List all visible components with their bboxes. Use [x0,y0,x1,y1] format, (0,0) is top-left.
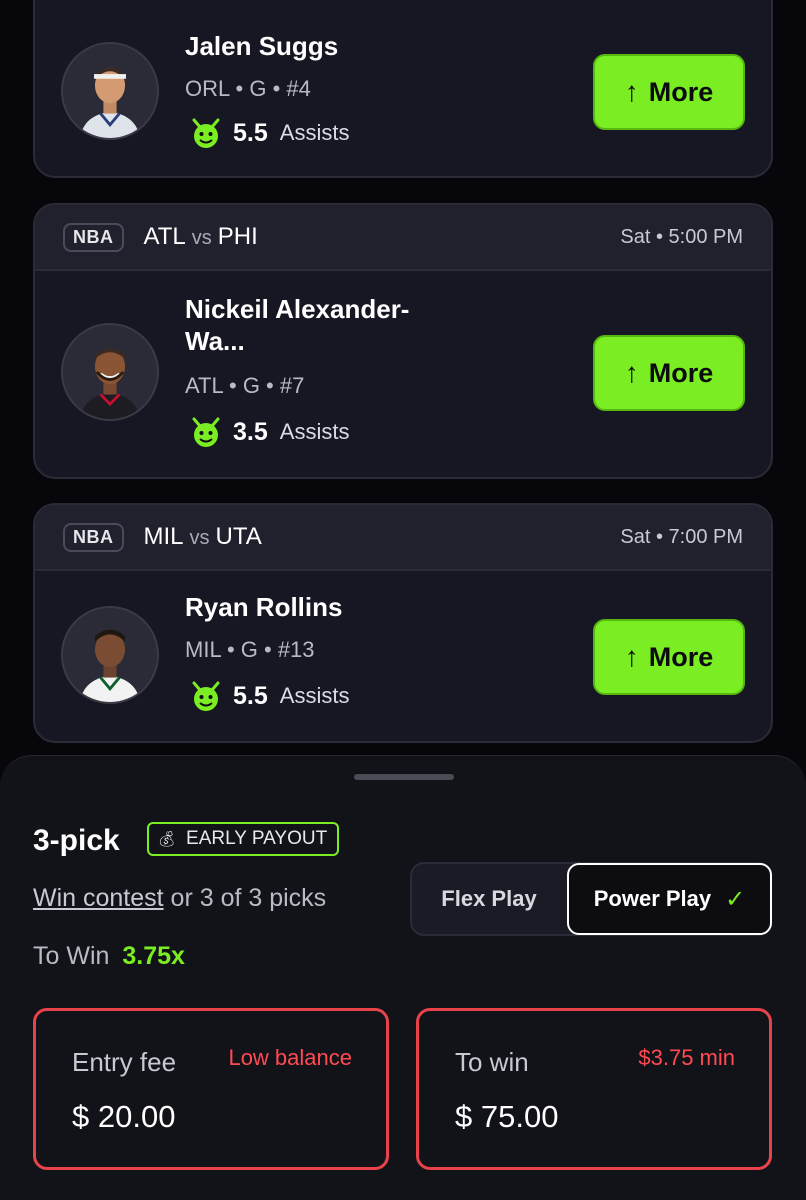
team-b: PHI [217,223,258,250]
play-type-toggle: Flex Play Power Play ✓ [410,862,772,936]
game-time: Sat • 5:00 PM [620,225,743,248]
player-avatar [61,323,159,421]
power-play-label: Power Play [593,886,712,911]
player-name: Ryan Rollins [185,592,343,622]
game-header: NBA MIL vs UTA Sat • 7:00 PM [35,505,771,571]
projection-line: 5.5 Assists [191,116,349,150]
money-bag-icon: 💰︎ [157,831,177,848]
league-badge: NBA [63,222,124,252]
early-payout-badge: 💰︎ EARLY PAYOUT [147,822,340,856]
matchup: MIL vs UTA [144,523,262,551]
check-icon: ✓ [725,885,746,913]
to-win-box-label: To win [455,1047,529,1077]
vs-label: vs [191,227,212,249]
player-card-ryan-rollins[interactable]: NBA MIL vs UTA Sat • 7:00 PM Ryan Rollin… [33,503,773,743]
low-balance-warning: Low balance [228,1045,352,1070]
goblin-icon [192,118,220,148]
player-headshot-icon [63,325,157,419]
more-label: More [648,641,714,672]
to-win-label: To Win [33,942,110,970]
app-screen: Jalen Suggs ORL • G • #4 5.5 Assists ↑ M… [0,0,806,1200]
arrow-up-icon: ↑ [624,76,639,107]
line-value: 5.5 [233,681,268,710]
player-card-jalen-suggs[interactable]: Jalen Suggs ORL • G • #4 5.5 Assists ↑ M… [33,0,773,178]
to-win-value: $ 75.00 [455,1099,559,1134]
game-time: Sat • 7:00 PM [620,525,743,548]
projection-line: 3.5 Assists [191,415,349,449]
flex-play-option[interactable]: Flex Play [412,864,566,934]
matchup: ATL vs PHI [144,223,258,251]
player-name: Nickeil Alexander-Wa... [185,294,410,356]
stat-type: Assists [279,683,350,708]
player-name: Jalen Suggs [185,31,339,61]
team-a: ATL [143,223,186,250]
power-play-option[interactable]: Power Play ✓ [567,863,772,935]
player-headshot-icon [63,608,157,702]
pick-count-title: 3-pick [33,824,120,857]
line-value: 3.5 [233,417,268,446]
player-card-nickeil[interactable]: NBA ATL vs PHI Sat • 5:00 PM Nickeil Ale… [33,203,773,479]
more-button[interactable]: ↑ More [593,335,745,411]
entry-fee-field[interactable]: Entry fee Low balance $ 20.00 [33,1008,389,1170]
arrow-up-icon: ↑ [624,357,639,388]
projection-line: 5.5 Assists [191,679,349,713]
player-avatar [61,606,159,704]
player-avatar [61,42,159,140]
win-contest-link[interactable]: Win contest [33,884,164,912]
stat-type: Assists [279,419,350,444]
win-condition-text: Win contest or 3 of 3 picks [33,884,326,913]
early-payout-label: EARLY PAYOUT [186,828,328,849]
entry-fee-value: $ 20.00 [72,1099,176,1134]
more-button[interactable]: ↑ More [593,54,745,130]
entry-fee-label: Entry fee [72,1047,177,1077]
arrow-up-icon: ↑ [624,641,639,672]
goblin-icon [192,681,220,711]
game-header: NBA ATL vs PHI Sat • 5:00 PM [35,205,771,271]
more-label: More [648,357,714,388]
stat-type: Assists [279,120,350,145]
more-label: More [648,76,714,107]
to-win-field[interactable]: To win $3.75 min $ 75.00 [416,1008,772,1170]
to-win-multiplier: To Win 3.75x [33,942,185,971]
entry-bottom-sheet: 3-pick 💰︎ EARLY PAYOUT Win contest or 3 … [0,755,806,1200]
player-headshot-icon [63,44,157,138]
goblin-icon [192,417,220,447]
win-condition-rest: or 3 of 3 picks [163,884,327,912]
player-meta: ORL • G • #4 [185,76,311,101]
player-meta: ATL • G • #7 [185,373,305,398]
team-a: MIL [143,523,184,550]
league-badge: NBA [63,522,124,552]
multiplier-value: 3.75x [122,942,185,970]
sheet-drag-handle[interactable] [354,774,454,780]
vs-label: vs [189,527,210,549]
team-b: UTA [215,523,262,550]
more-button[interactable]: ↑ More [593,619,745,695]
player-meta: MIL • G • #13 [185,637,315,662]
line-value: 5.5 [233,118,268,147]
to-win-min-warning: $3.75 min [638,1045,735,1070]
